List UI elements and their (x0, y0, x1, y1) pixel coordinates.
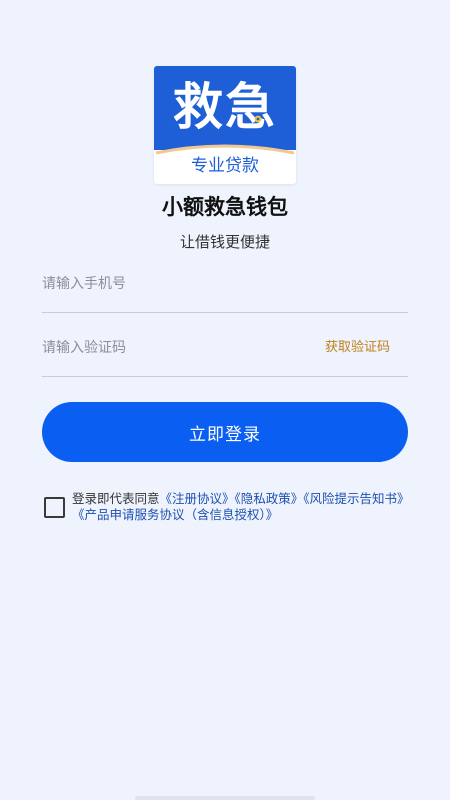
code-field: 获取验证码 (42, 326, 408, 377)
agreement-prefix: 登录即代表同意 (72, 491, 160, 506)
service-agreement-link[interactable]: 《产品申请服务协议（含信息授权）》 (72, 507, 278, 522)
agreement-checkbox[interactable] (44, 497, 65, 518)
get-code-button[interactable]: 获取验证码 (325, 338, 390, 358)
privacy-policy-link[interactable]: 《隐私政策》 (235, 491, 304, 506)
app-title: 小额救急钱包 (162, 195, 288, 219)
registration-agreement-link[interactable]: 《注册协议》 (160, 491, 235, 506)
phone-field (42, 262, 408, 313)
verification-code-input[interactable] (42, 326, 302, 370)
home-indicator[interactable] (135, 796, 315, 800)
logo-sub-text: 专业贷款 (191, 156, 259, 176)
app-logo: 救急 专业贷款 (154, 66, 296, 184)
logo-main-text: 救急 (173, 78, 277, 136)
risk-notice-link[interactable]: 《风险提示告知书》 (303, 491, 409, 506)
logo-accent-dot-icon (254, 115, 262, 123)
phone-input[interactable] (42, 262, 302, 306)
agreement-text: 登录即代表同意《注册协议》《隐私政策》《风险提示告知书》《产品申请服务协议（含信… (72, 491, 417, 523)
app-slogan: 让借钱更便捷 (179, 233, 270, 251)
login-button[interactable]: 立即登录 (42, 402, 408, 462)
